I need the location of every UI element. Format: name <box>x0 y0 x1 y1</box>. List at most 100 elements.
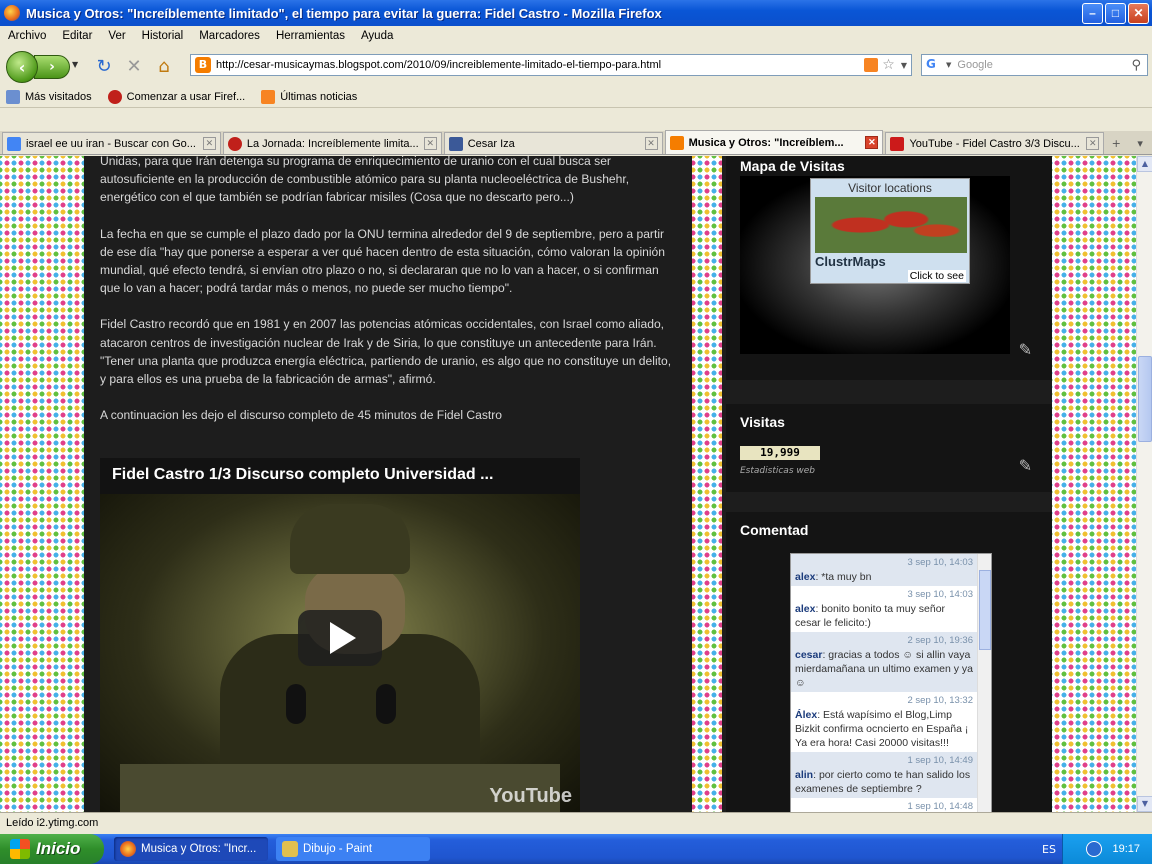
back-forward-group: › ‹ ▼ <box>6 50 78 83</box>
search-bar[interactable]: G ▼ Google ⚲ <box>921 54 1148 76</box>
menu-ayuda[interactable]: Ayuda <box>353 30 401 42</box>
taskbar-item-label: Musica y Otros: "Incr... <box>141 843 257 855</box>
scroll-down-icon[interactable]: ▼ <box>1137 796 1152 812</box>
widget-title: Visitas <box>740 414 785 430</box>
minimize-button[interactable]: – <box>1082 2 1103 24</box>
tab-close-icon[interactable]: ✕ <box>202 137 216 150</box>
message-author[interactable]: cesar <box>795 649 822 661</box>
bookmarks-toolbar: Más visitados Comenzar a usar Firef... Ú… <box>0 86 1152 108</box>
tab-la-jornada[interactable]: La Jornada: Increíblemente limita... ✕ <box>222 132 442 154</box>
message-text: gracias a todos ☺ si allin vaya mierdama… <box>795 649 974 689</box>
shoutbox-message: 3 sep 10, 14:03 alex: *ta muy bn <box>791 554 977 586</box>
taskbar-item-paint[interactable]: Dibujo - Paint <box>276 837 430 861</box>
tab-strip: israel ee uu iran - Buscar con Go... ✕ La… <box>0 130 1152 155</box>
bookmark-label: Más visitados <box>25 90 92 103</box>
url-dropdown-icon[interactable]: ▼ <box>901 61 907 70</box>
close-button[interactable]: ✕ <box>1128 2 1149 24</box>
tab-close-icon[interactable]: ✕ <box>423 137 437 150</box>
post-paragraph: A continuacion les dejo el discurso comp… <box>100 408 503 423</box>
message-author[interactable]: alin <box>795 769 813 781</box>
tab-close-icon[interactable]: ✕ <box>1086 137 1100 150</box>
widget-edit-tool-icon[interactable]: ✎ <box>1019 456 1032 475</box>
history-dropdown-icon[interactable]: ▼ <box>72 60 78 69</box>
menu-ver[interactable]: Ver <box>100 30 133 42</box>
widget-edit-tool-icon[interactable]: ✎ <box>1019 340 1032 359</box>
tab-close-icon[interactable]: ✕ <box>865 136 879 149</box>
clock[interactable]: 19:17 <box>1112 843 1140 855</box>
shoutbox-message: 3 sep 10, 14:03 alex: bonito bonito ta m… <box>795 589 974 629</box>
shoutbox-scroll-thumb[interactable] <box>979 570 991 650</box>
tab-new-icon[interactable]: + <box>1104 132 1128 154</box>
home-icon[interactable]: ⌂ <box>152 54 176 78</box>
world-map-image <box>815 197 967 253</box>
stats-label[interactable]: Estadisticas web <box>740 466 815 476</box>
tab-musica-y-otros[interactable]: Musica y Otros: "Increíblem... ✕ <box>664 130 884 154</box>
widget-comentad: Comentad 3 sep 10, 14:03 alex: *ta muy b… <box>726 512 1052 812</box>
menu-archivo[interactable]: Archivo <box>0 30 54 42</box>
tab-list-icon[interactable]: ▾ <box>1128 132 1152 154</box>
message-date: 1 sep 10, 14:48 <box>907 801 974 812</box>
shoutbox[interactable]: 3 sep 10, 14:03 alex: *ta muy bn 3 sep 1… <box>790 553 992 812</box>
video-title[interactable]: Fidel Castro 1/3 Discurso completo Unive… <box>100 458 580 494</box>
tab-google-search[interactable]: israel ee uu iran - Buscar con Go... ✕ <box>2 132 221 154</box>
message-text: Está wapísimo el Blog,Limp Bizkit confir… <box>795 709 969 749</box>
widget-mapa-de-visitas: Mapa de Visitas Visitor locations Clustr… <box>726 156 1052 380</box>
shoutbox-scrollbar[interactable] <box>977 554 991 812</box>
tray-arrow-icon[interactable] <box>1086 841 1103 857</box>
tab-youtube[interactable]: YouTube - Fidel Castro 3/3 Discu... ✕ <box>885 132 1105 154</box>
bookmark-ultimas-noticias[interactable]: Últimas noticias <box>261 89 358 104</box>
menu-editar[interactable]: Editar <box>54 30 100 42</box>
thumbnail-mic <box>286 684 306 724</box>
visit-counter[interactable]: 19,999 <box>740 446 820 460</box>
status-bar: Leído i2.ytimg.com <box>0 812 1152 834</box>
message-author[interactable]: alex <box>795 603 815 615</box>
bookmark-star-icon[interactable]: ☆ <box>882 57 895 73</box>
bookmark-label: Últimas noticias <box>280 90 358 103</box>
bookmark-comenzar[interactable]: Comenzar a usar Firef... <box>107 89 245 104</box>
menu-marcadores[interactable]: Marcadores <box>191 30 268 42</box>
blogger-favicon-icon: B <box>195 57 211 73</box>
scroll-thumb[interactable] <box>1138 356 1152 442</box>
page-scrollbar[interactable]: ▲ ▼ <box>1136 156 1152 812</box>
click-to-see-link[interactable]: Click to see <box>907 270 966 282</box>
message-author[interactable]: Álex <box>795 709 817 721</box>
status-text: Leído i2.ytimg.com <box>6 817 99 829</box>
reload-icon[interactable]: ↻ <box>92 54 116 78</box>
url-field[interactable]: http://cesar-musicaymas.blogspot.com/201… <box>216 59 864 71</box>
maximize-button[interactable]: □ <box>1105 2 1126 24</box>
google-icon <box>7 136 21 151</box>
taskbar-item-firefox[interactable]: Musica y Otros: "Incr... <box>114 837 268 861</box>
back-button[interactable]: ‹ <box>6 51 38 83</box>
system-tray: 19:17 <box>1062 834 1152 864</box>
thumbnail-cap <box>290 504 410 574</box>
message-author[interactable]: alex <box>795 571 815 583</box>
blog-post-body: Unidas, para que Irán detenga su program… <box>100 156 680 442</box>
play-button[interactable] <box>298 610 382 666</box>
menu-historial[interactable]: Historial <box>134 30 192 42</box>
bookmark-mas-visitados[interactable]: Más visitados <box>6 89 92 104</box>
tab-cesar-iza[interactable]: Cesar Iza ✕ <box>443 132 663 154</box>
windows-flag-icon <box>10 839 30 859</box>
forward-button[interactable]: › <box>34 55 70 79</box>
url-bar[interactable]: B http://cesar-musicaymas.blogspot.com/2… <box>190 54 912 76</box>
search-icon[interactable]: ⚲ <box>1131 58 1141 73</box>
language-indicator[interactable]: ES <box>1042 843 1056 856</box>
scroll-up-icon[interactable]: ▲ <box>1137 156 1152 172</box>
stop-icon[interactable]: ✕ <box>122 54 146 78</box>
blog-sidebar: Mapa de Visitas Visitor locations Clustr… <box>722 156 1052 812</box>
message-date: 3 sep 10, 14:03 <box>907 589 974 600</box>
menu-herramientas[interactable]: Herramientas <box>268 30 353 42</box>
windows-taskbar: Inicio Musica y Otros: "Incr... Dibujo -… <box>0 834 1152 864</box>
tab-close-icon[interactable]: ✕ <box>644 137 658 150</box>
widget-title: Comentad <box>740 522 809 538</box>
message-date: 2 sep 10, 13:32 <box>907 695 974 706</box>
youtube-logo[interactable]: YouTube <box>489 785 572 808</box>
search-input[interactable]: Google <box>951 59 1131 71</box>
mozilla-icon <box>107 89 122 104</box>
youtube-video-embed[interactable]: Fidel Castro 1/3 Discurso completo Unive… <box>100 458 580 812</box>
google-icon[interactable]: G <box>926 57 942 73</box>
message-text: por cierto como te han salido los examen… <box>795 769 971 795</box>
rss-feed-icon[interactable] <box>864 58 879 72</box>
clustrmaps-map[interactable]: Visitor locations ClustrMaps Click to se… <box>810 178 970 284</box>
start-button[interactable]: Inicio <box>0 834 104 864</box>
